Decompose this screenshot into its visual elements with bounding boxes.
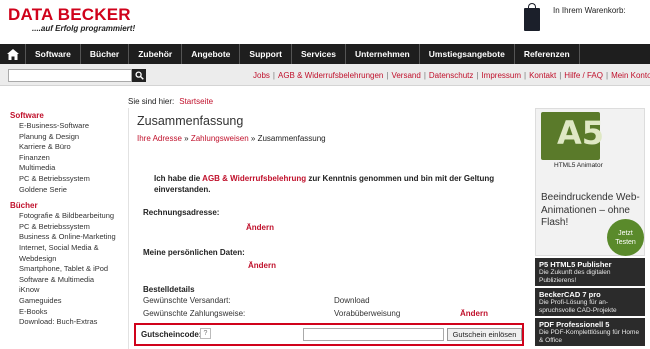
checkout-steps: Ihre Adresse » Zahlungsweisen » Zusammen… <box>137 134 326 143</box>
billing-address-label: Rechnungsadresse: <box>143 208 220 217</box>
link-impressum[interactable]: Impressum <box>481 71 521 80</box>
category-software-head[interactable]: Software <box>10 110 122 121</box>
nav-services[interactable]: Services <box>292 44 346 64</box>
coupon-box: Gutscheincode: ? Gutschein einlösen <box>134 323 524 346</box>
checkout-summary: Zusammenfassung Ihre Adresse » Zahlungsw… <box>128 108 528 349</box>
search-button[interactable] <box>132 69 146 82</box>
category-item[interactable]: Business & Online-Marketing <box>10 232 122 243</box>
cart[interactable]: In Ihrem Warenkorb: <box>522 2 626 32</box>
cart-label: In Ihrem Warenkorb: <box>553 6 626 15</box>
category-item[interactable]: Planung & Design <box>10 132 122 143</box>
step-address-link[interactable]: Ihre Adresse <box>137 134 182 143</box>
agb-consent-text: Ich habe die AGB & Widerrufsbelehrung zu… <box>154 174 495 194</box>
agb-link[interactable]: AGB & Widerrufsbelehrung <box>202 174 306 183</box>
nav-zubehoer[interactable]: Zubehör <box>129 44 183 64</box>
nav-referenzen[interactable]: Referenzen <box>515 44 580 64</box>
logo-brand: DATA BECKER <box>8 5 131 24</box>
shipping-value: Download <box>334 296 370 305</box>
personal-data-label: Meine persönlichen Daten: <box>143 248 245 257</box>
home-icon <box>6 48 19 60</box>
nav-umstiegsangebote[interactable]: Umstiegsangebote <box>420 44 515 64</box>
p5-publisher-banner[interactable]: P5 HTML5 Publisher Die Zukunft des digit… <box>535 258 645 286</box>
home-button[interactable] <box>0 44 26 64</box>
promo-column: A5 HTML5 Animator Beeindruckende Web-Ani… <box>535 108 645 346</box>
billing-change-link[interactable]: Ändern <box>246 223 274 232</box>
logo[interactable]: DATA BECKER ....auf Erfolg programmiert! <box>8 6 135 33</box>
shopping-bag-icon[interactable] <box>522 2 542 32</box>
utility-bar: Jobs | AGB & Widerrufsbelehrungen | Versand |… <box>0 64 650 86</box>
category-books-head[interactable]: Bücher <box>10 200 122 211</box>
category-item[interactable]: Goldene Serie <box>10 185 122 196</box>
shipping-label: Gewünschte Versandart: <box>143 296 231 305</box>
breadcrumb: Sie sind hier: Startseite <box>128 97 213 106</box>
search-icon <box>134 71 144 80</box>
category-item[interactable]: Multimedia <box>10 163 122 174</box>
breadcrumb-home-link[interactable]: Startseite <box>179 97 213 106</box>
category-item[interactable]: Download: Buch-Extras <box>10 317 122 328</box>
main-nav: Software Bücher Zubehör Angebote Support… <box>0 44 650 64</box>
try-now-badge[interactable]: Jetzt Testen <box>607 219 644 256</box>
page-title: Zusammenfassung <box>137 114 244 128</box>
site-header: DATA BECKER ....auf Erfolg programmiert!… <box>0 0 650 40</box>
nav-unternehmen[interactable]: Unternehmen <box>346 44 420 64</box>
category-sidebar: Software E-Business-Software Planung & D… <box>10 110 122 328</box>
nav-software[interactable]: Software <box>26 44 81 64</box>
breadcrumb-prefix: Sie sind hier: <box>128 97 175 106</box>
search-input[interactable] <box>8 69 132 82</box>
link-jobs[interactable]: Jobs <box>253 71 270 80</box>
a5-animator-banner[interactable]: A5 HTML5 Animator Beeindruckende Web-Ani… <box>535 108 645 256</box>
payment-change-link[interactable]: Ändern <box>460 309 488 318</box>
step-current: Zusammenfassung <box>257 134 326 143</box>
category-item[interactable]: E-Books <box>10 307 122 318</box>
payment-label: Gewünschte Zahlungsweise: <box>143 309 246 318</box>
nav-angebote[interactable]: Angebote <box>182 44 241 64</box>
nav-buecher[interactable]: Bücher <box>81 44 130 64</box>
payment-value: Vorabüberweisung <box>334 309 401 318</box>
order-details-label: Bestelldetails <box>143 285 195 294</box>
nav-support[interactable]: Support <box>240 44 292 64</box>
utility-links: Jobs | AGB & Widerrufsbelehrungen | Versand |… <box>253 71 650 80</box>
link-hilfe[interactable]: Hilfe / FAQ <box>564 71 603 80</box>
category-item[interactable]: Internet, Social Media & <box>10 243 122 254</box>
category-item[interactable]: E-Business-Software <box>10 121 122 132</box>
coupon-input[interactable] <box>303 328 444 341</box>
a5-logo: A5 <box>541 112 604 160</box>
category-item[interactable]: Fotografie & Bildbearbeitung <box>10 211 122 222</box>
category-item[interactable]: PC & Betriebssystem <box>10 222 122 233</box>
coupon-label: Gutscheincode: <box>141 330 202 339</box>
step-payment-link[interactable]: Zahlungsweisen <box>191 134 249 143</box>
pdf-professionell-banner[interactable]: PDF Professionell 5 Die PDF-Komplettlösu… <box>535 318 645 346</box>
logo-tagline: ....auf Erfolg programmiert! <box>32 24 136 33</box>
category-item[interactable]: Finanzen <box>10 153 122 164</box>
beckercad-banner[interactable]: BeckerCAD 7 pro Die Profi-Lösung für an-… <box>535 288 645 316</box>
category-item[interactable]: iKnow <box>10 285 122 296</box>
link-agb[interactable]: AGB & Widerrufsbelehrungen <box>278 71 383 80</box>
category-item[interactable]: PC & Betriebssystem <box>10 174 122 185</box>
category-item[interactable]: Smartphone, Tablet & iPod <box>10 264 122 275</box>
link-datenschutz[interactable]: Datenschutz <box>429 71 473 80</box>
personal-change-link[interactable]: Ändern <box>248 261 276 270</box>
link-versand[interactable]: Versand <box>391 71 420 80</box>
category-item[interactable]: Software & Multimedia <box>10 275 122 286</box>
link-kontakt[interactable]: Kontakt <box>529 71 556 80</box>
link-mein-konto[interactable]: Mein Konto <box>611 71 650 80</box>
category-item[interactable]: Karriere & Büro <box>10 142 122 153</box>
category-item[interactable]: Webdesign <box>10 254 122 265</box>
a5-label: HTML5 Animator <box>554 162 603 169</box>
category-item[interactable]: Gameguides <box>10 296 122 307</box>
help-icon[interactable]: ? <box>200 328 211 339</box>
redeem-coupon-button[interactable]: Gutschein einlösen <box>447 328 522 341</box>
